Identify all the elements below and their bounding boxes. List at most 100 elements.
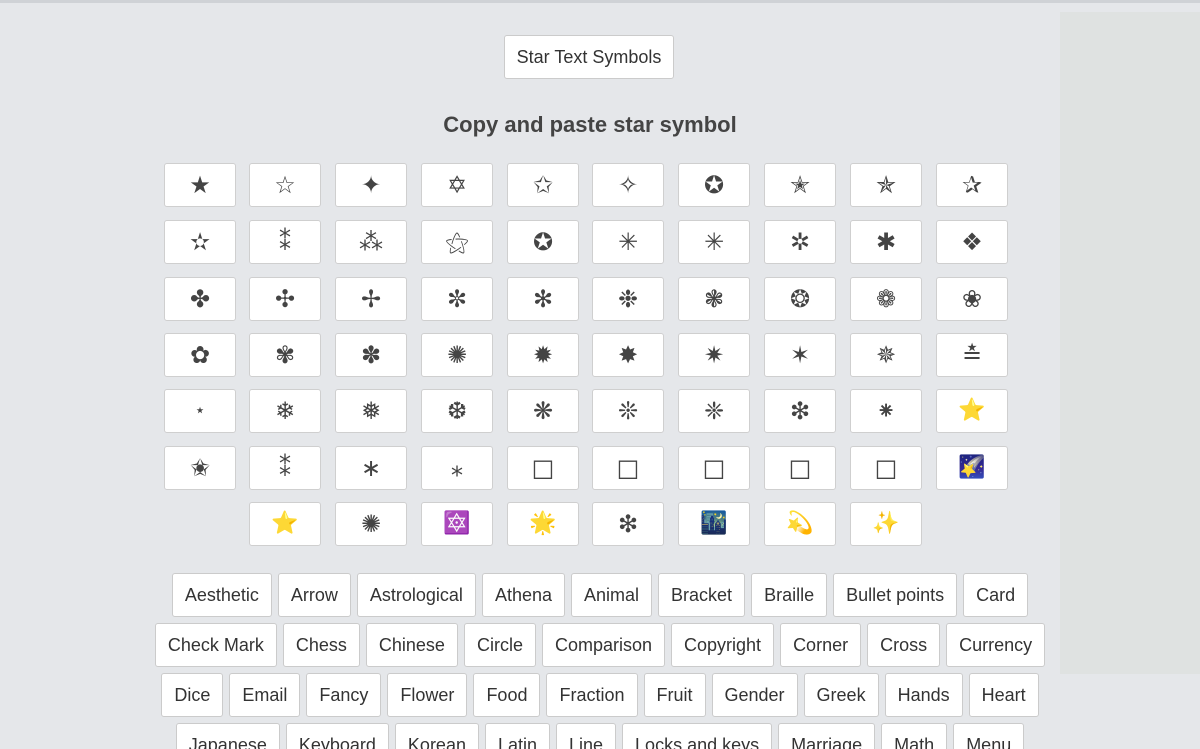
- symbol-button[interactable]: ✷: [678, 333, 750, 377]
- category-tag-greek[interactable]: Greek: [803, 673, 879, 717]
- symbol-button[interactable]: ⁕: [850, 389, 922, 433]
- category-tag-corner[interactable]: Corner: [780, 623, 862, 667]
- category-tag-math[interactable]: Math: [881, 723, 948, 749]
- symbol-button[interactable]: ✹: [507, 333, 579, 377]
- symbol-button[interactable]: ✭: [764, 163, 836, 207]
- symbol-button[interactable]: ☆: [249, 163, 321, 207]
- symbol-button[interactable]: ❁: [850, 277, 922, 321]
- category-tag-keyboard[interactable]: Keyboard: [285, 723, 389, 749]
- symbol-button[interactable]: ★: [164, 163, 236, 207]
- symbol-button[interactable]: ✧: [592, 163, 664, 207]
- symbol-button[interactable]: ✲: [764, 220, 836, 264]
- symbol-button[interactable]: ✾: [249, 333, 321, 377]
- symbol-button[interactable]: 🌃: [678, 502, 750, 546]
- symbol-button[interactable]: □: [764, 446, 836, 490]
- symbol-button[interactable]: 🌟: [507, 502, 579, 546]
- symbol-button[interactable]: ⭐: [936, 389, 1008, 433]
- symbol-button[interactable]: ✿: [164, 333, 236, 377]
- category-tag-bullet-points[interactable]: Bullet points: [833, 573, 958, 617]
- symbol-button[interactable]: ❆: [421, 389, 493, 433]
- symbol-button[interactable]: ✳: [678, 220, 750, 264]
- category-tag-check-mark[interactable]: Check Mark: [154, 623, 277, 667]
- category-tag-copyright[interactable]: Copyright: [671, 623, 775, 667]
- category-tag-currency[interactable]: Currency: [946, 623, 1046, 667]
- symbol-button[interactable]: ✣: [249, 277, 321, 321]
- category-tag-japanese[interactable]: Japanese: [175, 723, 280, 749]
- symbol-button[interactable]: ✦: [335, 163, 407, 207]
- symbol-button[interactable]: ✰: [936, 163, 1008, 207]
- symbol-button[interactable]: ❃: [678, 277, 750, 321]
- category-tag-menu[interactable]: Menu: [953, 723, 1025, 749]
- category-tag-email[interactable]: Email: [229, 673, 301, 717]
- category-tag-chess[interactable]: Chess: [282, 623, 360, 667]
- symbol-button[interactable]: ⋆: [164, 389, 236, 433]
- category-tag-astrological[interactable]: Astrological: [356, 573, 476, 617]
- symbol-button[interactable]: ✶: [764, 333, 836, 377]
- category-tag-athena[interactable]: Athena: [481, 573, 565, 617]
- category-tag-locks-and-keys[interactable]: Locks and keys: [622, 723, 773, 749]
- category-tag-cross[interactable]: Cross: [867, 623, 941, 667]
- symbol-button[interactable]: ❖: [936, 220, 1008, 264]
- symbol-button[interactable]: □: [850, 446, 922, 490]
- symbol-button[interactable]: ✸: [592, 333, 664, 377]
- category-tag-bracket[interactable]: Bracket: [658, 573, 746, 617]
- symbol-button[interactable]: ⁂: [335, 220, 407, 264]
- symbol-button[interactable]: ✵: [850, 333, 922, 377]
- category-tag-card[interactable]: Card: [963, 573, 1029, 617]
- category-tag-circle[interactable]: Circle: [463, 623, 536, 667]
- symbol-button[interactable]: ✢: [335, 277, 407, 321]
- symbol-button[interactable]: □: [678, 446, 750, 490]
- category-tag-chinese[interactable]: Chinese: [365, 623, 458, 667]
- symbol-button[interactable]: ❇: [764, 389, 836, 433]
- symbol-button[interactable]: 🌠: [936, 446, 1008, 490]
- category-tag-korean[interactable]: Korean: [394, 723, 479, 749]
- symbol-button[interactable]: ❉: [592, 277, 664, 321]
- symbol-button[interactable]: ❋: [507, 389, 579, 433]
- symbol-button[interactable]: 🔯: [421, 502, 493, 546]
- symbol-button[interactable]: ✱: [850, 220, 922, 264]
- symbol-button[interactable]: ✺: [335, 502, 407, 546]
- symbol-button[interactable]: ❈: [678, 389, 750, 433]
- symbol-button[interactable]: ✯: [850, 163, 922, 207]
- symbol-button[interactable]: ❄: [249, 389, 321, 433]
- symbol-button[interactable]: ✨: [850, 502, 922, 546]
- symbol-button[interactable]: ✡: [421, 163, 493, 207]
- symbol-button[interactable]: ✪: [507, 220, 579, 264]
- category-tag-gender[interactable]: Gender: [711, 673, 798, 717]
- category-tag-fraction[interactable]: Fraction: [546, 673, 638, 717]
- category-tag-comparison[interactable]: Comparison: [541, 623, 666, 667]
- symbol-button[interactable]: ✫: [164, 220, 236, 264]
- symbol-button[interactable]: ≛: [936, 333, 1008, 377]
- category-tag-hands[interactable]: Hands: [884, 673, 963, 717]
- symbol-button[interactable]: ⭐: [249, 502, 321, 546]
- category-tag-dice[interactable]: Dice: [161, 673, 224, 717]
- symbol-button[interactable]: ✳: [592, 220, 664, 264]
- symbol-button[interactable]: ⁎: [421, 446, 493, 490]
- symbol-button[interactable]: ✤: [164, 277, 236, 321]
- symbol-button[interactable]: ❅: [335, 389, 407, 433]
- category-tag-braille[interactable]: Braille: [751, 573, 828, 617]
- symbol-button[interactable]: ✩: [507, 163, 579, 207]
- symbol-button[interactable]: ✽: [335, 333, 407, 377]
- symbol-button[interactable]: ❇: [592, 502, 664, 546]
- category-tag-food[interactable]: Food: [473, 673, 541, 717]
- category-tag-aesthetic[interactable]: Aesthetic: [171, 573, 272, 617]
- symbol-button[interactable]: ⁑: [249, 220, 321, 264]
- symbol-button[interactable]: ✬: [164, 446, 236, 490]
- symbol-button[interactable]: ❀: [936, 277, 1008, 321]
- symbol-button[interactable]: ⁑: [249, 446, 321, 490]
- symbol-button[interactable]: ✼: [421, 277, 493, 321]
- symbol-button[interactable]: □: [592, 446, 664, 490]
- symbol-button[interactable]: ✻: [507, 277, 579, 321]
- category-tag-flower[interactable]: Flower: [387, 673, 468, 717]
- category-tag-latin[interactable]: Latin: [484, 723, 551, 749]
- symbol-button[interactable]: 💫: [764, 502, 836, 546]
- symbol-button[interactable]: ❂: [764, 277, 836, 321]
- category-tag-animal[interactable]: Animal: [571, 573, 653, 617]
- category-tag-marriage[interactable]: Marriage: [778, 723, 876, 749]
- category-tag-line[interactable]: Line: [556, 723, 617, 749]
- category-tag-heart[interactable]: Heart: [968, 673, 1039, 717]
- symbol-button[interactable]: ∗: [335, 446, 407, 490]
- category-tag-arrow[interactable]: Arrow: [277, 573, 351, 617]
- symbol-button[interactable]: ✪: [678, 163, 750, 207]
